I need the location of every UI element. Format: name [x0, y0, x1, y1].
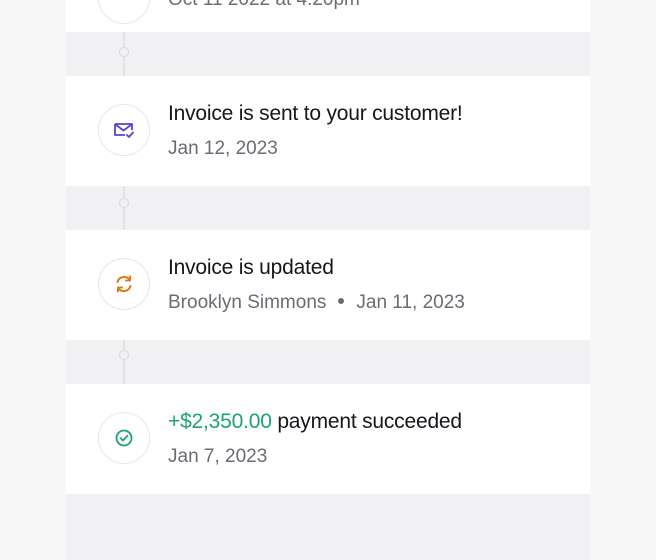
envelope-check-icon [114, 123, 134, 138]
item-icon-ring [98, 412, 150, 464]
timeline-item-payment-succeeded: +$2,350.00 payment succeeded Jan 7, 2023 [66, 384, 590, 494]
item-title: Invoice is updated [168, 256, 334, 279]
timeline-item-invoice-sent: Invoice is sent to your customer! Jan 12… [66, 76, 590, 186]
timeline-node [119, 350, 129, 360]
refresh-icon [116, 275, 132, 293]
timeline-node [119, 198, 129, 208]
timeline-connector [123, 340, 125, 384]
separator-dot [338, 297, 345, 304]
item-meta: Brooklyn Simmons Jan 11, 2023 [168, 292, 465, 314]
payment-amount: +$2,350.00 [168, 410, 272, 433]
check-circle-icon [115, 429, 133, 447]
timeline-connector [123, 186, 125, 230]
item-meta: Oct 11 2022 at 4:20pm [168, 0, 360, 11]
timeline-item-invoice-updated: Invoice is updated Brooklyn Simmons Jan 1… [66, 230, 590, 340]
item-title: Invoice is sent to your customer! [168, 102, 463, 125]
item-title-text: payment succeeded [277, 410, 462, 433]
item-date: Jan 7, 2023 [168, 446, 268, 467]
item-icon-ring [98, 0, 150, 24]
timeline-node [119, 47, 129, 57]
item-icon-ring [98, 258, 150, 310]
timeline-item-previous: Oct 11 2022 at 4:20pm [66, 0, 590, 32]
item-date: Jan 11, 2023 [356, 292, 465, 313]
item-date: Jan 12, 2023 [168, 138, 278, 159]
item-title: +$2,350.00 payment succeeded [168, 410, 462, 434]
item-icon-ring [98, 104, 150, 156]
item-author: Brooklyn Simmons [168, 292, 327, 313]
